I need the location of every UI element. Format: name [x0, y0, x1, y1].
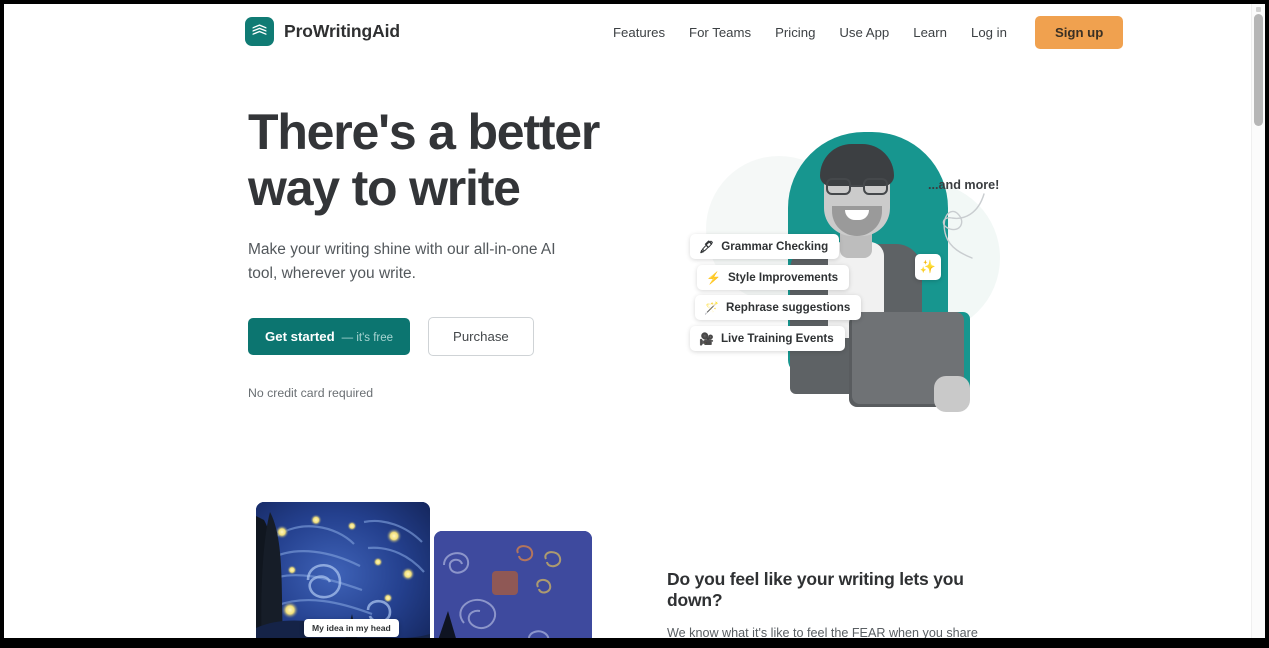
page-content: ProWritingAid Features For Teams Pricing… [4, 4, 1251, 638]
magic-wand-icon: 🪄 [704, 300, 719, 315]
crude-drawing-image [434, 531, 592, 638]
nav-link-use-app[interactable]: Use App [827, 25, 901, 40]
feature-pill-label: Style Improvements [727, 271, 839, 284]
comparison-images: My idea in my head [256, 502, 592, 638]
site-header: ProWritingAid Features For Teams Pricing… [4, 4, 1251, 60]
nav-link-learn[interactable]: Learn [901, 25, 959, 40]
hero-subtitle: Make your writing shine with our all-in-… [248, 241, 556, 282]
window-right-edge [1265, 0, 1269, 648]
get-started-label: Get started [265, 329, 335, 345]
nav-link-log-in[interactable]: Log in [959, 25, 1019, 40]
browser-viewport: ProWritingAid Features For Teams Pricing… [4, 4, 1265, 638]
purchase-button[interactable]: Purchase [428, 317, 534, 357]
prowritingaid-book-logo-icon [245, 17, 274, 46]
brand-name: ProWritingAid [284, 21, 401, 41]
starry-night-painting: My idea in my head [256, 502, 430, 638]
sign-up-button[interactable]: Sign up [1034, 15, 1124, 49]
feature-pill-label: Grammar Checking [721, 240, 829, 253]
section-two-text: Do you feel like your writing lets you d… [667, 569, 1012, 638]
hero-cta-group: Get started — it's free Purchase [248, 317, 628, 357]
scrollbar-marker [1256, 7, 1261, 12]
no-credit-card-note: No credit card required [248, 386, 374, 401]
person-hand [934, 376, 970, 412]
feature-pill-label: Rephrase suggestions [725, 301, 851, 314]
feature-pill-grammar-checking: 🖋 Grammar Checking [690, 234, 840, 259]
feature-pill-style-improvements: ⚡ Style Improvements [697, 265, 850, 290]
nav-link-pricing[interactable]: Pricing [763, 25, 827, 40]
feature-pill-rephrase-suggestions: 🪄 Rephrase suggestions [695, 295, 862, 320]
and-more-annotation: ...and more! [928, 178, 1000, 192]
hero-title: There's a better way to write [248, 104, 600, 216]
section-two-heading: Do you feel like your writing lets you d… [667, 569, 964, 610]
main-navigation: Features For Teams Pricing Use App Learn… [601, 4, 1124, 60]
feature-pill-label: Live Training Events [720, 332, 834, 345]
get-started-button[interactable]: Get started — it's free [248, 318, 411, 356]
lightning-bolt-icon: ⚡ [706, 270, 721, 285]
nav-link-for-teams[interactable]: For Teams [677, 25, 763, 40]
feature-pill-live-training-events: 🎥 Live Training Events [690, 326, 845, 351]
film-camera-icon: 🎥 [699, 331, 714, 346]
starry-night-caption: My idea in my head [304, 619, 399, 637]
brand-logo[interactable]: ProWritingAid [245, 17, 400, 46]
person-glasses-icon [826, 178, 888, 195]
hero-section: There's a better way to write Make your … [248, 104, 628, 400]
section-two-body: We know what it's like to feel the FEAR … [667, 626, 978, 638]
get-started-sublabel: — it's free [341, 332, 394, 345]
page-scrollbar[interactable] [1251, 4, 1265, 638]
nav-link-features[interactable]: Features [601, 25, 677, 40]
feather-pen-icon: 🖋 [699, 239, 715, 254]
window-bottom-bar [0, 638, 1269, 648]
scrollbar-thumb[interactable] [1254, 14, 1263, 126]
hero-illustration: 🖋 Grammar Checking ⚡ Style Improvements … [676, 104, 1016, 412]
person-photo-illustration [776, 126, 970, 412]
curly-arrow-icon [942, 193, 985, 259]
